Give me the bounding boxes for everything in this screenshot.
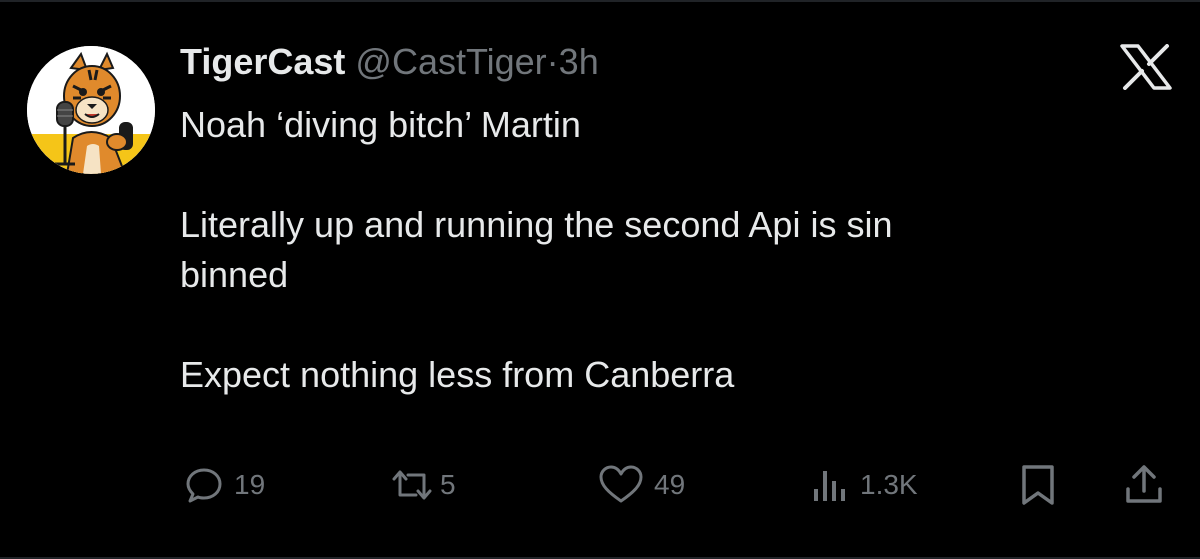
tweet-text: Noah ‘diving bitch’ Martin Literally up … <box>180 100 892 400</box>
action-bar: 19 5 49 1.3K <box>0 457 1200 513</box>
retweet-button[interactable]: 5 <box>388 457 456 513</box>
tweet-header: TigerCast @CastTiger·3h <box>180 40 599 84</box>
bookmark-icon <box>1022 465 1054 505</box>
avatar[interactable] <box>27 46 155 174</box>
like-button[interactable]: 49 <box>598 457 685 513</box>
timestamp[interactable]: 3h <box>559 41 599 82</box>
views-button[interactable]: 1.3K <box>810 457 918 513</box>
views-icon <box>814 471 845 501</box>
retweet-count: 5 <box>440 469 456 500</box>
like-count: 49 <box>654 469 686 500</box>
tweet-paragraph: Literally up and running the second Api … <box>180 204 893 245</box>
bookmark-button[interactable] <box>1018 457 1058 513</box>
reply-count: 19 <box>234 469 266 500</box>
author-name[interactable]: TigerCast <box>180 41 345 82</box>
separator-dot: · <box>546 41 559 82</box>
reply-icon <box>186 468 222 503</box>
tiger-mascot-image <box>27 46 155 174</box>
tweet-paragraph: Expect nothing less from Canberra <box>180 354 735 395</box>
retweet-icon <box>392 470 432 500</box>
tweet-paragraph: Noah ‘diving bitch’ Martin <box>180 104 581 145</box>
tweet-paragraph: binned <box>180 254 289 295</box>
x-logo-icon[interactable] <box>1120 44 1172 90</box>
views-count: 1.3K <box>860 469 918 500</box>
share-icon <box>1126 465 1162 503</box>
share-button[interactable] <box>1122 457 1166 513</box>
heart-icon <box>599 465 643 503</box>
author-handle[interactable]: @CastTiger <box>355 41 546 82</box>
reply-button[interactable]: 19 <box>184 457 265 513</box>
tweet-card[interactable]: TigerCast @CastTiger·3h Noah ‘diving bit… <box>0 0 1200 559</box>
